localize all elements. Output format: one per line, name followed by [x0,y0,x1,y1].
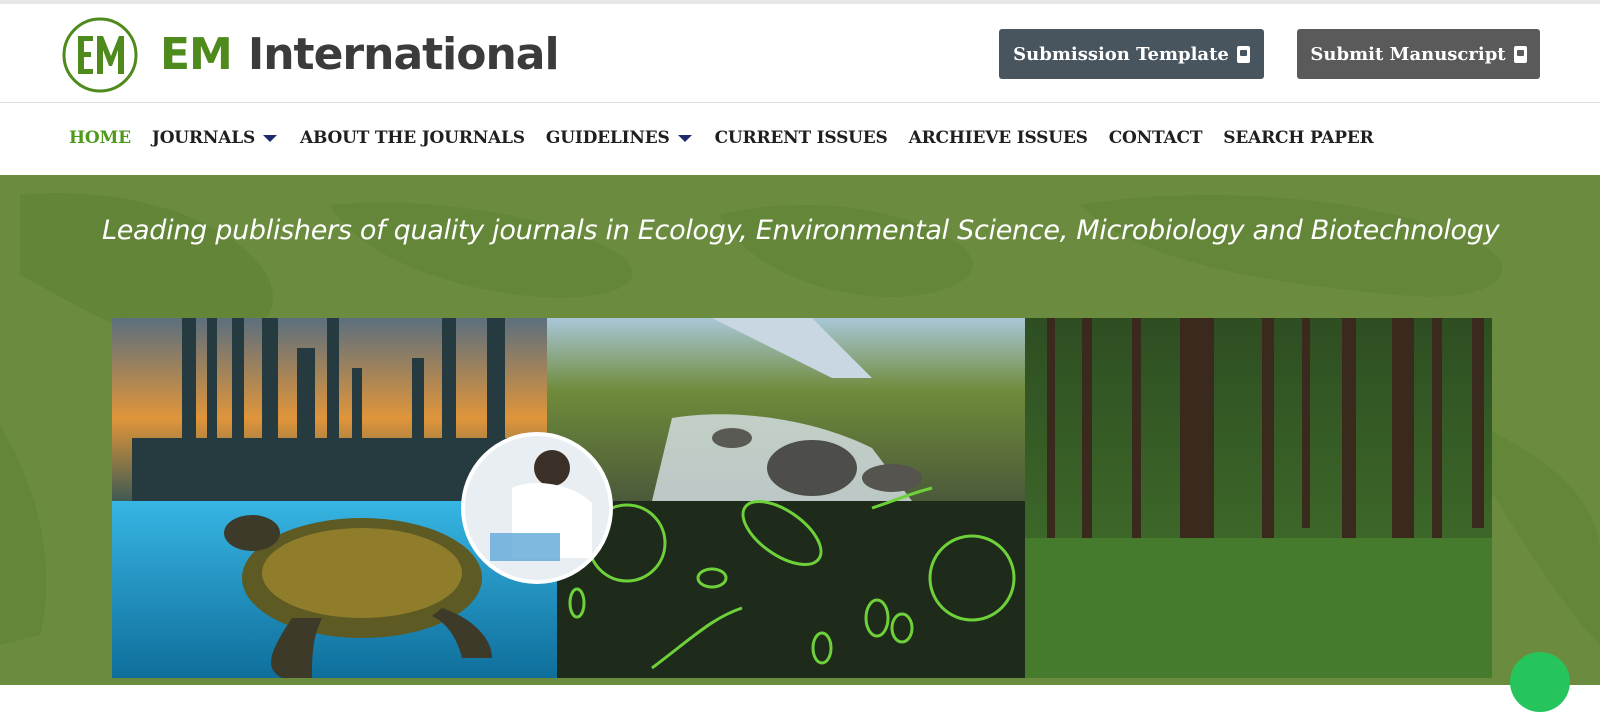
submit-manuscript-button[interactable]: Submit Manuscript [1297,29,1540,79]
nav-item-label: JOURNALS [151,128,256,148]
nav-item-home[interactable]: HOME [69,128,131,148]
em-logo-icon[interactable] [61,16,139,94]
hero-collage-image [112,318,1492,678]
site-header: EM International Submission Template Sub… [0,4,1600,103]
nav-item-contact[interactable]: CONTACT [1109,128,1203,148]
nav-item-label: ABOUT THE JOURNALS [300,128,525,148]
book-icon [1236,45,1250,63]
nav-item-current-issues[interactable]: CURRENT ISSUES [715,128,888,148]
nav-item-journals[interactable]: JOURNALS [152,128,279,148]
hero-banner: Leading publishers of quality journals i… [0,175,1600,685]
book-icon [1513,45,1527,63]
submit-manuscript-label: Submit Manuscript [1310,43,1506,65]
nav-item-label: GUIDELINES [545,128,670,148]
brand-international: International [247,28,560,80]
brand-em: EM [160,28,233,80]
nav-item-label: CONTACT [1108,128,1203,148]
nav-item-guidelines[interactable]: GUIDELINES [546,128,694,148]
brand-wordmark[interactable]: EM International [160,24,560,84]
hero-tagline: Leading publishers of quality journals i… [102,215,1500,246]
caret-down-icon [677,134,692,142]
nav-item-label: HOME [69,128,131,148]
main-nav: HOME JOURNALS ABOUT THE JOURNALS GUIDELI… [0,104,1600,175]
whatsapp-icon[interactable] [1510,652,1570,712]
submission-template-label: Submission Template [1013,43,1229,65]
nav-item-archieve-issues[interactable]: ARCHIEVE ISSUES [909,128,1088,148]
nav-item-about-the-journals[interactable]: ABOUT THE JOURNALS [300,128,525,148]
nav-list: HOME JOURNALS ABOUT THE JOURNALS GUIDELI… [69,128,1395,148]
caret-down-icon [263,134,278,142]
nav-item-label: CURRENT ISSUES [714,128,888,148]
nav-item-label: ARCHIEVE ISSUES [908,128,1088,148]
submission-template-button[interactable]: Submission Template [999,29,1264,79]
nav-item-search-paper[interactable]: SEARCH PAPER [1223,128,1373,148]
nav-item-label: SEARCH PAPER [1223,128,1374,148]
